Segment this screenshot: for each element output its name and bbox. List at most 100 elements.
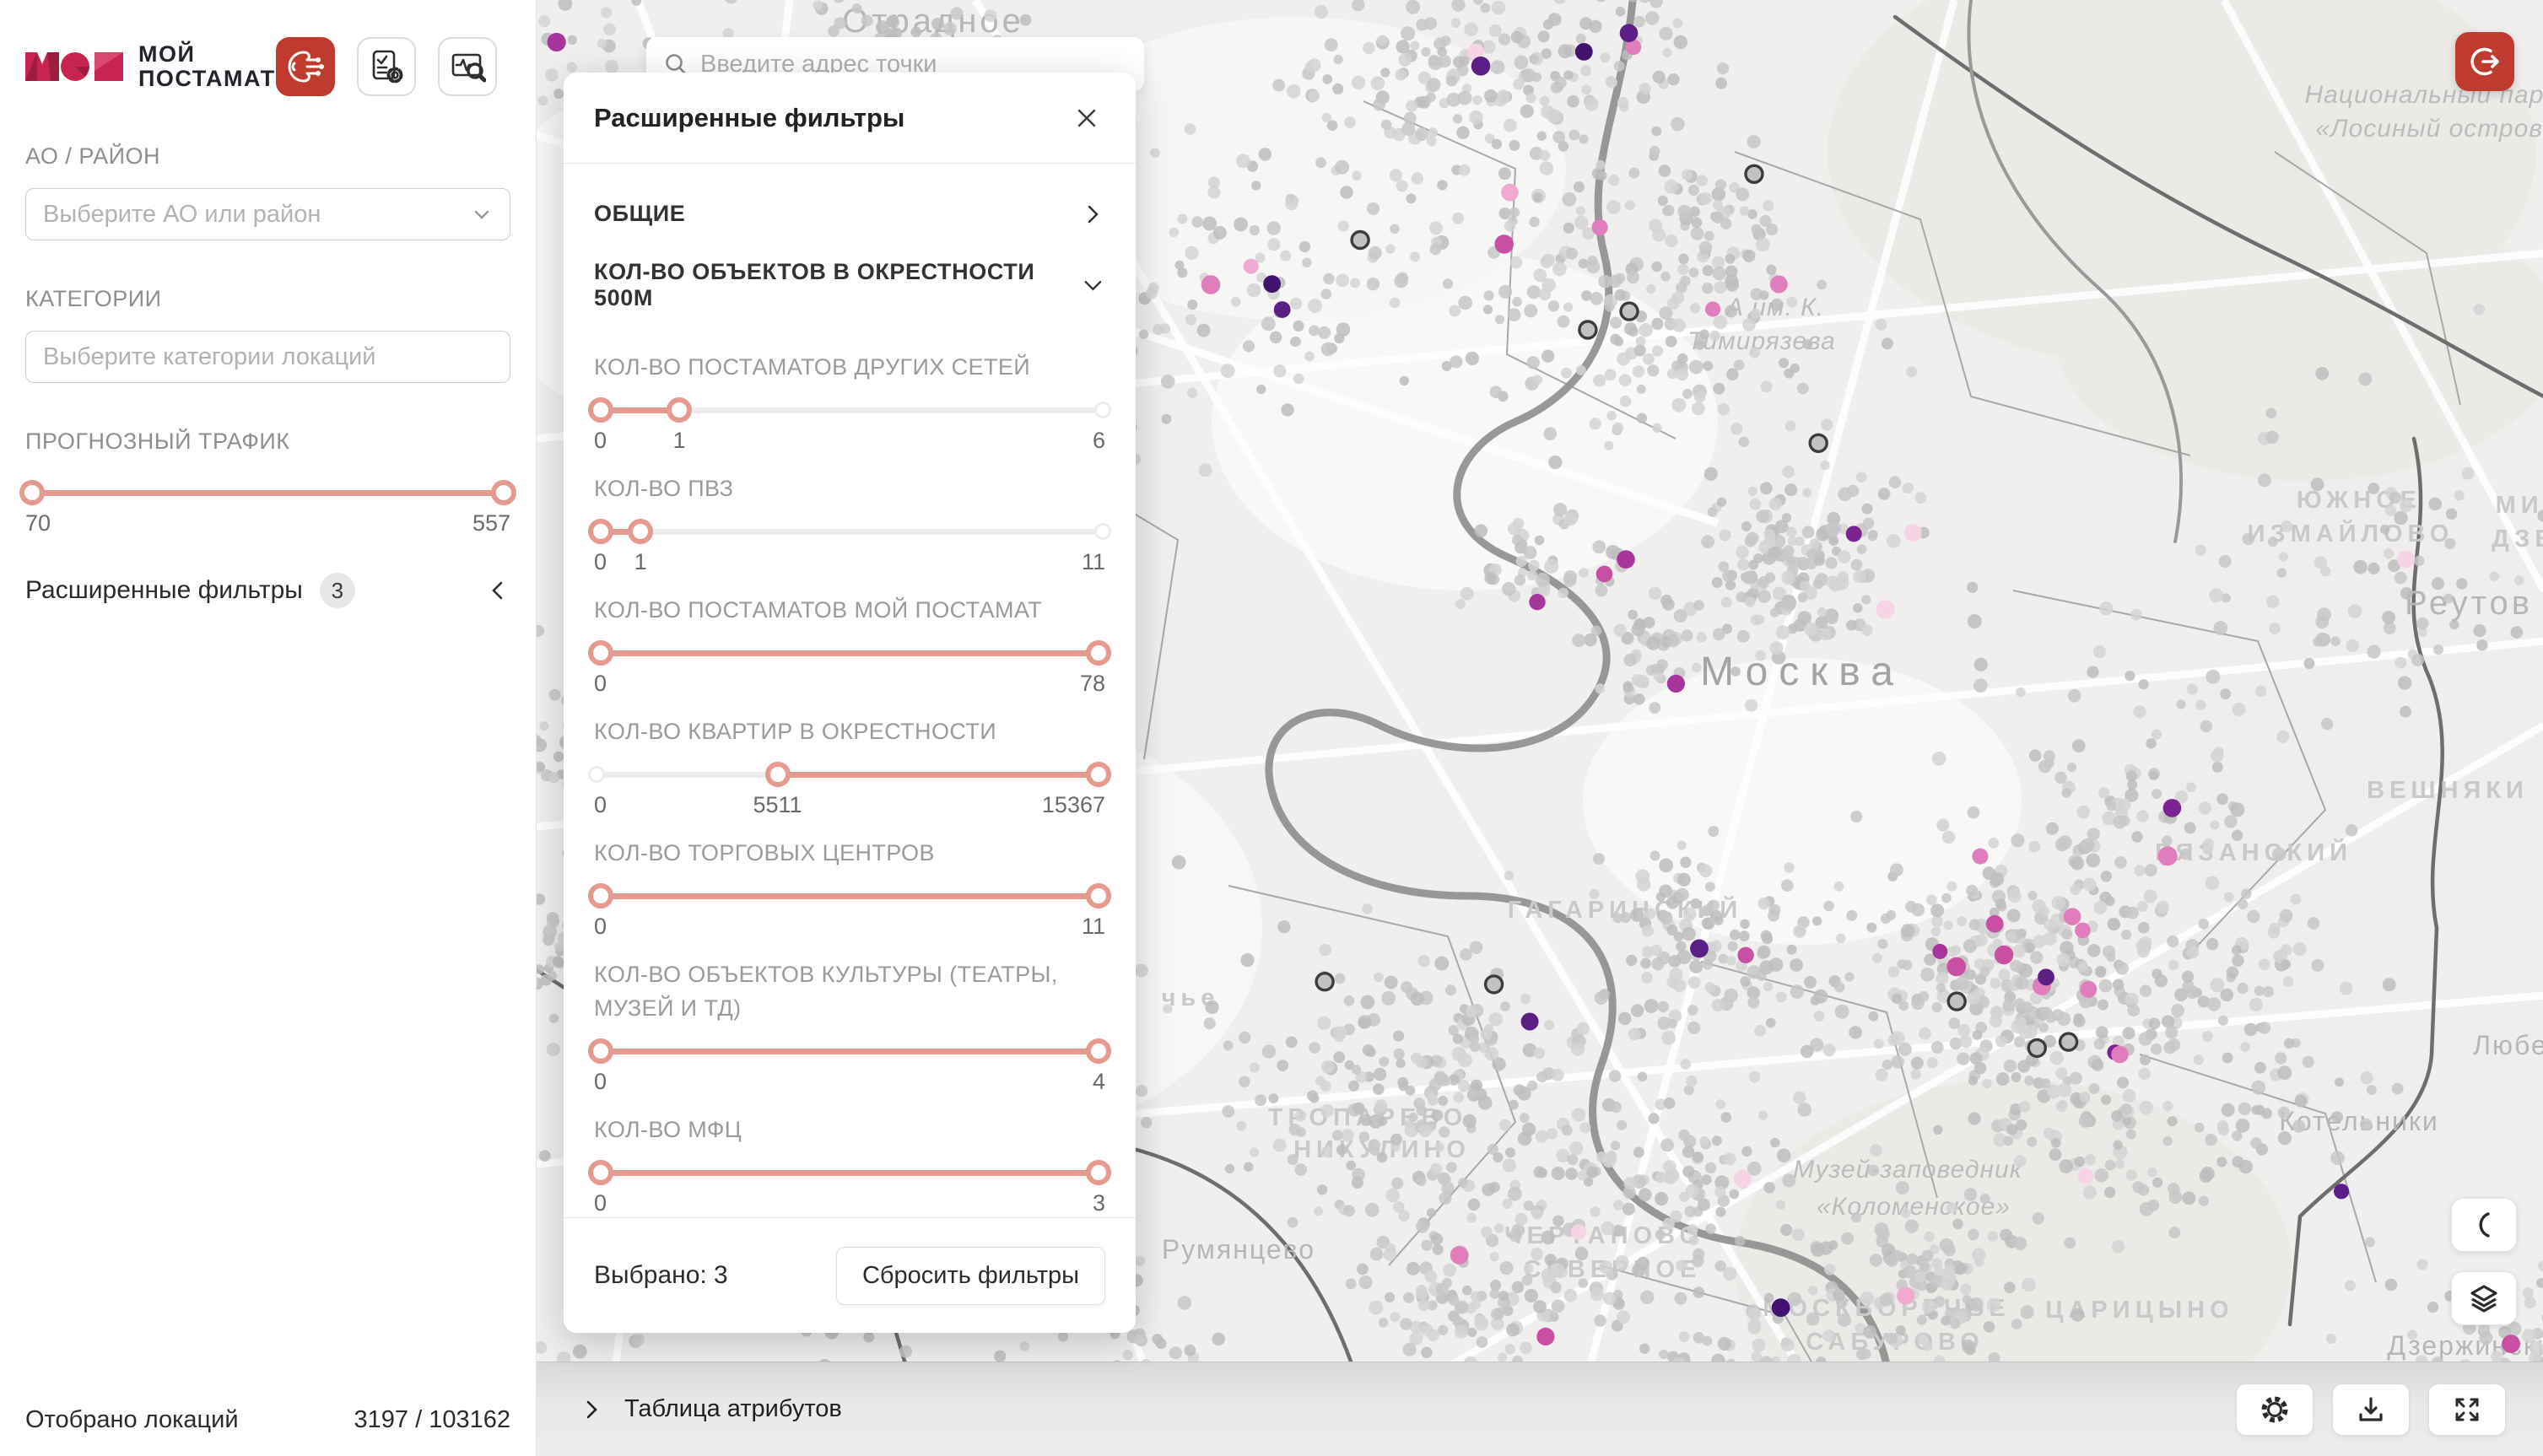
traffic-label: ПРОГНОЗНЫЙ ТРАФИК — [25, 429, 510, 455]
slider-rail[interactable] — [594, 883, 1105, 909]
layers-button[interactable] — [2451, 1271, 2517, 1325]
logo-mark-icon — [25, 42, 125, 91]
slider-mark: 15367 — [1042, 792, 1105, 818]
slider-handle[interactable] — [588, 640, 613, 666]
section-general-label: ОБЩИЕ — [594, 201, 685, 227]
attribute-table-label: Таблица атрибутов — [624, 1395, 842, 1423]
expand-button[interactable] — [2428, 1383, 2506, 1436]
slider-handle[interactable] — [588, 1160, 613, 1185]
slider-mark: 4 — [1093, 1069, 1105, 1095]
slider-rail[interactable] — [594, 1038, 1105, 1064]
traffic-slider[interactable]: 70557 — [25, 480, 510, 539]
slider-handle[interactable] — [19, 480, 45, 505]
slider-marks: 04 — [594, 1069, 1105, 1097]
slider-mark: 0 — [594, 549, 607, 575]
settings-button[interactable] — [2236, 1383, 2314, 1436]
slider-label: КОЛ-ВО ТОРГОВЫХ ЦЕНТРОВ — [594, 836, 1105, 870]
slider-handle[interactable] — [628, 519, 653, 544]
advanced-filters-badge: 3 — [320, 573, 355, 608]
slider-handle[interactable] — [588, 397, 613, 423]
slider-label: КОЛ-ВО ПВЗ — [594, 472, 1105, 505]
chevron-right-icon — [580, 1399, 602, 1421]
slider-handle[interactable] — [1086, 883, 1111, 909]
panel-header: Расширенные фильтры — [564, 73, 1136, 164]
sidebar: МОЙ ПОСТАМАТ — [0, 0, 537, 1456]
panel-sliders: КОЛ-ВО ПОСТАМАТОВ ДРУГИХ СЕТЕЙ 0 1 6 КОЛ-ВО … — [594, 350, 1105, 1217]
slider-handle[interactable] — [667, 397, 692, 423]
slider-rail[interactable] — [594, 762, 1105, 787]
download-icon — [2355, 1394, 2387, 1426]
slider-handle[interactable] — [588, 1038, 613, 1064]
slider-rail-end — [588, 766, 605, 783]
panel-footer: Выбрано: 3 Сбросить фильтры — [564, 1217, 1136, 1333]
slider-mark: 0 — [594, 914, 607, 940]
night-mode-button[interactable] — [2451, 1198, 2517, 1252]
map-label: Музей-заповедник — [1793, 1156, 2023, 1184]
panel-content: ОБЩИЕ КОЛ-ВО ОБЪЕКТОВ В ОКРЕСТНОСТИ 500М… — [564, 164, 1136, 1217]
logout-icon — [2467, 44, 2503, 79]
slider-handle[interactable] — [1086, 762, 1111, 787]
slider-handle[interactable] — [491, 480, 516, 505]
report-gear-icon — [368, 48, 405, 85]
slider-label: КОЛ-ВО ОБЪЕКТОВ КУЛЬТУРЫ (ТЕАТРЫ, МУЗЕЙ … — [594, 957, 1105, 1025]
download-button[interactable] — [2332, 1383, 2410, 1436]
slider-rail[interactable] — [25, 480, 510, 505]
slider-marks: 03 — [594, 1190, 1105, 1217]
monitor-search-icon — [449, 48, 486, 85]
slider-handle[interactable] — [588, 519, 613, 544]
expand-icon — [2451, 1394, 2483, 1426]
section-neighborhood-label: КОЛ-ВО ОБЪЕКТОВ В ОКРЕСТНОСТИ 500М — [594, 259, 1081, 311]
advanced-filters-toggle[interactable]: Расширенные фильтры 3 — [25, 573, 510, 608]
sidebar-topbar: МОЙ ПОСТАМАТ — [25, 35, 510, 98]
slider-mark: 0 — [594, 792, 607, 818]
slider-row: КОЛ-ВО ОБЪЕКТОВ КУЛЬТУРЫ (ТЕАТРЫ, МУЗЕЙ … — [594, 957, 1105, 1097]
slider-marks: 70557 — [25, 510, 510, 539]
slider-mark: 11 — [1082, 549, 1105, 575]
logout-button[interactable] — [2455, 32, 2514, 91]
slider-mark: 11 — [1082, 914, 1105, 940]
slider-row: КОЛ-ВО ПОСТАМАТОВ ДРУГИХ СЕТЕЙ016 — [594, 350, 1105, 456]
layers-icon — [2467, 1281, 2501, 1315]
slider-handle[interactable] — [588, 883, 613, 909]
slider-label: КОЛ-ВО ПОСТАМАТОВ ДРУГИХ СЕТЕЙ — [594, 350, 1105, 384]
slider-marks: 078 — [594, 671, 1105, 699]
slider-mark: 1 — [634, 549, 647, 575]
attribute-bar-buttons — [2236, 1383, 2506, 1436]
slider-handle[interactable] — [1086, 640, 1111, 666]
slider-row: 70557 — [25, 480, 510, 539]
categories-select[interactable]: Выберите категории локаций — [25, 331, 510, 383]
sidebar-footer: Отобрано локаций 3197 / 103162 — [25, 1406, 510, 1434]
slider-handle[interactable] — [1086, 1160, 1111, 1185]
slider-rail[interactable] — [594, 640, 1105, 666]
section-general[interactable]: ОБЩИЕ — [594, 164, 1105, 256]
map-label: Румянцево — [1162, 1234, 1315, 1265]
night-mode-icon — [2469, 1210, 2499, 1240]
map-label: МИК — [2496, 492, 2543, 519]
attribute-bar: Таблица атрибутов — [537, 1362, 2543, 1456]
slider-rail-end — [1094, 523, 1111, 540]
slider-rail[interactable] — [594, 1160, 1105, 1185]
ao-select[interactable]: Выберите АО или район — [25, 188, 510, 240]
map-label: ВЕШНЯКИ — [2367, 777, 2529, 804]
slider-rail[interactable] — [594, 397, 1105, 423]
reset-filters-button[interactable]: Сбросить фильтры — [836, 1247, 1105, 1305]
slider-handle[interactable] — [765, 762, 791, 787]
slider-rail[interactable] — [594, 519, 1105, 544]
gear-icon — [2259, 1394, 2291, 1426]
report-settings-button[interactable] — [357, 37, 416, 96]
section-neighborhood[interactable]: КОЛ-ВО ОБЪЕКТОВ В ОКРЕСТНОСТИ 500М — [594, 256, 1105, 350]
slider-label: КОЛ-ВО ПОСТАМАТОВ МОЙ ПОСТАМАТ — [594, 593, 1105, 627]
close-icon[interactable] — [1068, 100, 1105, 137]
logo-text: МОЙ ПОСТАМАТ — [138, 42, 276, 91]
slider-mark: 1 — [673, 428, 686, 454]
monitor-search-button[interactable] — [438, 37, 497, 96]
categories-label: КАТЕГОРИИ — [25, 286, 510, 312]
slider-rail-end — [1094, 402, 1111, 418]
slider-row: КОЛ-ВО КВАРТИР В ОКРЕСТНОСТИ0551115367 — [594, 715, 1105, 821]
slider-mark: 6 — [1093, 428, 1105, 454]
slider-mark: 78 — [1080, 671, 1105, 697]
slider-marks: 0111 — [594, 549, 1105, 578]
ai-filters-button[interactable] — [276, 37, 335, 96]
slider-handle[interactable] — [1086, 1038, 1111, 1064]
attribute-table-toggle[interactable]: Таблица атрибутов — [580, 1395, 842, 1423]
